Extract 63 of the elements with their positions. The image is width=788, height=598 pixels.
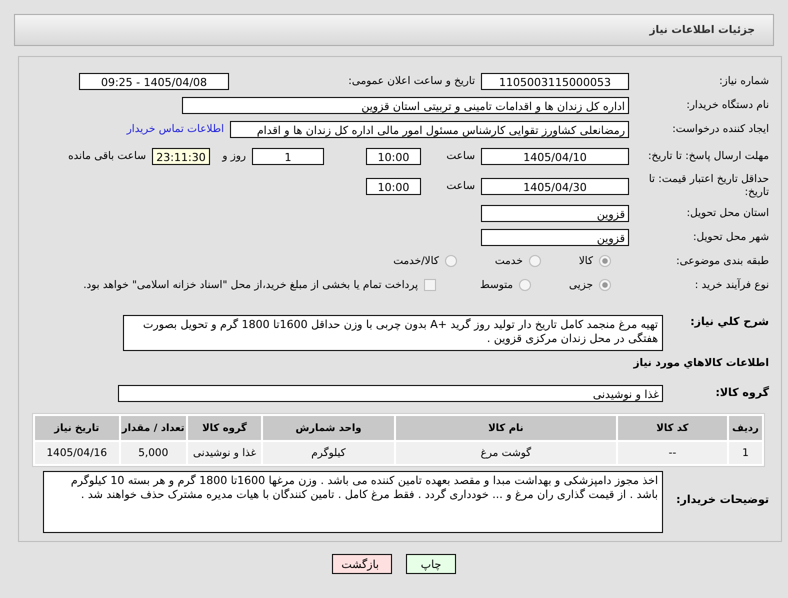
field-label: ساعت (445, 150, 475, 162)
field-label: مهلت ارسال پاسخ: تا تاریخ: (646, 150, 770, 162)
field-label: ساعت (445, 180, 475, 192)
column-header: واحد شمارش (263, 416, 394, 440)
need-number-field: 1105003115000053 (481, 72, 629, 90)
field-label: نوع فرآیند خرید : (694, 278, 770, 292)
field-label: توضیحات خریدار: (675, 493, 770, 506)
province-field: قزوین (481, 204, 629, 222)
table-cell: غذا و نوشیدنی (188, 442, 262, 464)
table-cell: گوشت مرغ (396, 442, 616, 464)
field-label: تاریخ و ساعت اعلان عمومی: (347, 75, 475, 87)
field-label: شماره نیاز: (718, 74, 770, 88)
table-cell: 1405/04/16 (35, 442, 118, 464)
field-label: شرح کلي نياز: (689, 315, 770, 328)
radio-button[interactable] (519, 279, 532, 291)
column-header: ردیف (728, 416, 762, 440)
option-label: خدمت (494, 255, 523, 267)
table-cell: کیلوگرم (263, 442, 394, 464)
table-cell: -- (618, 442, 727, 464)
description-field: تهیه مرغ منجمد کامل تاریخ دار تولید روز گرید +A بدون چربی با وزن حداقل 1600تا 1800 گرم و تحویل بصورت هفتگی در محل زندان مرکزی قزوین . (123, 315, 663, 351)
option-label: جزیی (569, 279, 593, 291)
page-title: جزئیات اطلاعات نیاز (650, 24, 755, 36)
field-label: استان محل تحویل: (686, 206, 770, 220)
radio-button[interactable] (599, 279, 611, 291)
buyer-notes-field: اخذ مجوز دامپزشکی و بهداشت مبدا و مقصد بعهده تامین کننده می باشد . وزن مرغها 1600تا 1800 گرم و هر بسته 10 کیلوگرم باشد . از قیمت گذاری ران مرغ و ... خودداری گردد . فقط مرغ کامل . تامین کنندگان با هیات مدیره مشترک حذف خواهند شد . (43, 471, 663, 533)
back-button[interactable]: بازگشت (332, 554, 392, 574)
radio-button[interactable] (444, 255, 457, 267)
option-label: متوسط (480, 279, 514, 291)
field-label: روز و (221, 150, 246, 162)
option-label: کالا/خدمت (393, 255, 439, 267)
column-header: کد کالا (618, 416, 727, 440)
column-header: تاریخ نیاز (35, 416, 118, 440)
time-field: 10:00 (366, 148, 421, 164)
remaining-time-field: 23:11:30 (152, 148, 210, 164)
city-field: قزوین (481, 228, 629, 246)
option-label: کالا (578, 255, 593, 267)
field-label: نام دستگاه خریدار: (685, 98, 770, 112)
radio-button[interactable] (599, 255, 611, 267)
column-header: تعداد / مقدار (120, 416, 186, 440)
column-header: نام کالا (396, 416, 616, 440)
checkbox[interactable] (424, 279, 436, 291)
date-field: 1405/04/30 (481, 178, 629, 194)
time-field: 10:00 (366, 178, 421, 194)
field-label: طبقه بندی موضوعی: (675, 254, 770, 268)
goods-group-field: غذا و نوشیدنی (118, 384, 663, 402)
checkbox-label: پرداخت تمام یا بخشی از مبلغ خرید،از محل "اسناد خزانه اسلامی" خواهد بود. (83, 279, 418, 291)
radio-button[interactable] (528, 255, 541, 267)
field-label: ساعت باقی مانده (68, 150, 146, 162)
field-label: گروه کالا: (714, 386, 770, 400)
field-label: ایجاد کننده درخواست: (671, 122, 770, 136)
print-button[interactable]: چاپ (406, 554, 456, 574)
date-field: 1405/04/10 (481, 148, 629, 164)
days-field: 1 (252, 148, 324, 164)
column-header: گروه کالا (188, 416, 262, 440)
buyer-contact-link[interactable]: اطلاعات تماس خریدار (126, 123, 224, 135)
field-label: شهر محل تحویل: (692, 230, 770, 244)
section-title: اطلاعات کالاهاي مورد نياز (633, 356, 770, 370)
buyer-org-field: اداره کل زندان ها و اقدامات تامینی و تربیتی استان قزوین (182, 96, 629, 114)
announce-date-field: 1405/04/08 - 09:25 (79, 72, 229, 90)
table-cell: 1 (728, 442, 762, 464)
field-label: حداقل تاریخ اعتبار قیمت: تا تاریخ: (648, 173, 770, 199)
requester-field: رمضانعلی کشاورز تقوایی کارشناس مسئول امور مالی اداره کل زندان ها و اقدام (230, 120, 629, 138)
table-cell: 5,000 (120, 442, 186, 464)
